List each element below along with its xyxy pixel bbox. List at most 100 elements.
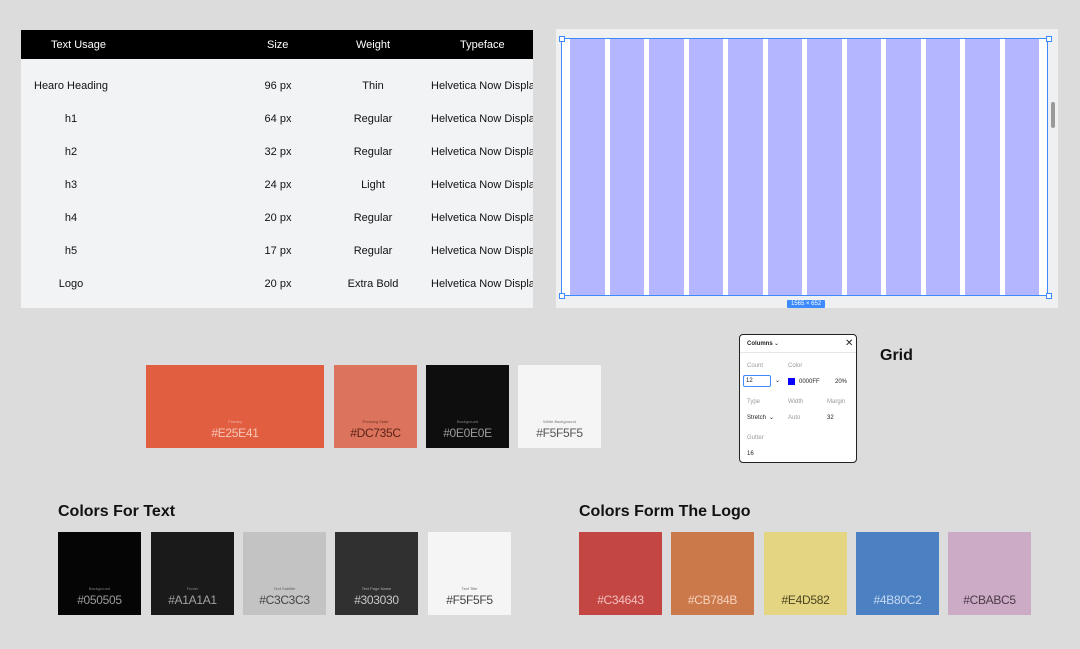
cell-text-usage: h3 [64,179,78,191]
swatch-hex: #E25E41 [211,426,259,440]
columns-panel-title[interactable]: Columns [747,341,773,347]
color-swatch[interactable]: #CB784B [671,532,754,615]
grid-preview-canvas: 1565 × 652 [556,29,1058,308]
swatch-hex: #F5F5F5 [446,593,493,607]
table-row: h5 17 px Regular Helvetica Now Display [21,242,533,262]
close-icon[interactable]: ✕ [845,338,853,349]
width-label: Width [788,399,804,405]
cell-text-usage: h2 [64,146,78,158]
swatch-hex: #050505 [77,593,122,607]
gutter-value[interactable]: 16 [747,451,754,457]
cell-size: 96 px [264,80,292,92]
color-swatch-icon[interactable] [788,378,795,385]
cell-weight: Regular [353,245,393,257]
columns-panel: Columns ⌄ ✕ Count Color 12 ⌄ 0000FF 20% … [739,334,857,463]
cell-size: 20 px [264,212,292,224]
typography-table: Text Usage Size Weight Typeface Hearo He… [21,30,533,308]
chevron-down-icon[interactable]: ⌄ [774,340,779,347]
header-text-usage: Text Usage [51,39,107,51]
swatch-hex: #A1A1A1 [168,593,217,607]
resize-handle-bottom-left[interactable] [559,293,565,299]
resize-handle-top-right[interactable] [1046,36,1052,42]
canvas-scrollbar[interactable] [1051,102,1055,128]
width-value[interactable]: Auto [788,415,800,421]
color-swatch[interactable]: #E4D582 [764,532,847,615]
color-swatch[interactable]: Background #0E0E0E [426,365,509,448]
type-label: Type [747,399,761,405]
color-swatch[interactable]: Text Title #F5F5F5 [428,532,511,615]
swatch-hex: #4B80C2 [873,593,922,607]
swatch-label: Footer [186,586,199,591]
cell-weight: Regular [353,146,393,158]
color-swatch[interactable]: Text Page Name #303030 [335,532,418,615]
color-swatch[interactable]: #4B80C2 [856,532,939,615]
swatch-label: Text Page Name [361,586,392,591]
cell-size: 32 px [264,146,292,158]
header-size: Size [267,39,289,51]
opacity-value[interactable]: 20% [835,379,847,385]
color-label: Color [788,363,803,369]
dimension-badge: 1565 × 652 [787,300,826,308]
cell-typeface: Helvetica Now Display [431,113,533,125]
typography-table-header: Text Usage Size Weight Typeface [21,30,533,59]
swatch-label: Background [456,419,479,424]
margin-value[interactable]: 32 [827,415,834,421]
chevron-down-icon[interactable]: ⌄ [775,377,780,384]
grid-frame[interactable] [561,38,1048,296]
color-swatch[interactable]: Pressing State #DC735C [334,365,417,448]
table-row: h2 32 px Regular Helvetica Now Display [21,143,533,163]
swatch-hex: #303030 [354,593,399,607]
count-value: 12 [746,378,753,384]
swatch-label: White Background [543,419,576,424]
table-row: Hearo Heading 96 px Thin Helvetica Now Disp… [21,77,533,97]
swatch-label: Text Subtitle [273,586,296,591]
gutter-label: Gutter [747,435,764,441]
resize-handle-top-left[interactable] [559,36,565,42]
cell-typeface: Helvetica Now Display [431,212,533,224]
color-swatch[interactable]: Primary #E25E41 [146,365,324,448]
color-swatch[interactable]: #C34643 [579,532,662,615]
count-label: Count [747,363,764,369]
cell-text-usage: Logo [58,278,84,290]
cell-weight: Thin [362,80,384,92]
cell-size: 17 px [264,245,292,257]
chevron-down-icon[interactable]: ⌄ [769,414,774,421]
cell-weight: Regular [353,212,393,224]
color-swatch[interactable]: Footer #A1A1A1 [151,532,234,615]
cell-typeface: Helvetica Now Display [431,80,533,92]
swatch-hex: #C3C3C3 [259,593,310,607]
cell-typeface: Helvetica Now Display [431,245,533,257]
type-select[interactable]: Stretch [747,415,766,421]
grid-column [965,39,1000,295]
cell-typeface: Helvetica Now Display [431,278,533,290]
panel-divider [740,352,856,353]
grid-column [649,39,684,295]
color-swatch[interactable]: White Background #F5F5F5 [518,365,601,448]
count-input[interactable]: 12 [743,375,771,387]
cell-text-usage: h4 [64,212,78,224]
color-hex-value[interactable]: 0000FF [799,379,820,385]
table-row: Logo 20 px Extra Bold Helvetica Now Display [21,275,533,295]
color-swatch[interactable]: #CBABC5 [948,532,1031,615]
grid-column [728,39,763,295]
color-swatch[interactable]: Text Subtitle #C3C3C3 [243,532,326,615]
cell-weight: Extra Bold [347,278,399,290]
header-weight: Weight [356,39,391,51]
grid-column [1004,39,1039,295]
swatch-label: Text Title [461,586,478,591]
table-row: h3 24 px Light Helvetica Now Display [21,176,533,196]
swatch-hex: #CBABC5 [963,593,1016,607]
swatch-hex: #E4D582 [781,593,830,607]
swatch-hex: #C34643 [597,593,644,607]
swatch-hex: #DC735C [350,426,401,440]
resize-handle-bottom-right[interactable] [1046,293,1052,299]
logo-colors-heading: Colors Form The Logo [579,503,751,520]
grid-heading: Grid [880,347,913,364]
margin-label: Margin [827,399,846,405]
grid-column [807,39,842,295]
swatch-hex: #0E0E0E [443,426,492,440]
cell-size: 20 px [264,278,292,290]
color-swatch[interactable]: Background #050505 [58,532,141,615]
grid-column [846,39,881,295]
swatch-hex: #F5F5F5 [536,426,583,440]
